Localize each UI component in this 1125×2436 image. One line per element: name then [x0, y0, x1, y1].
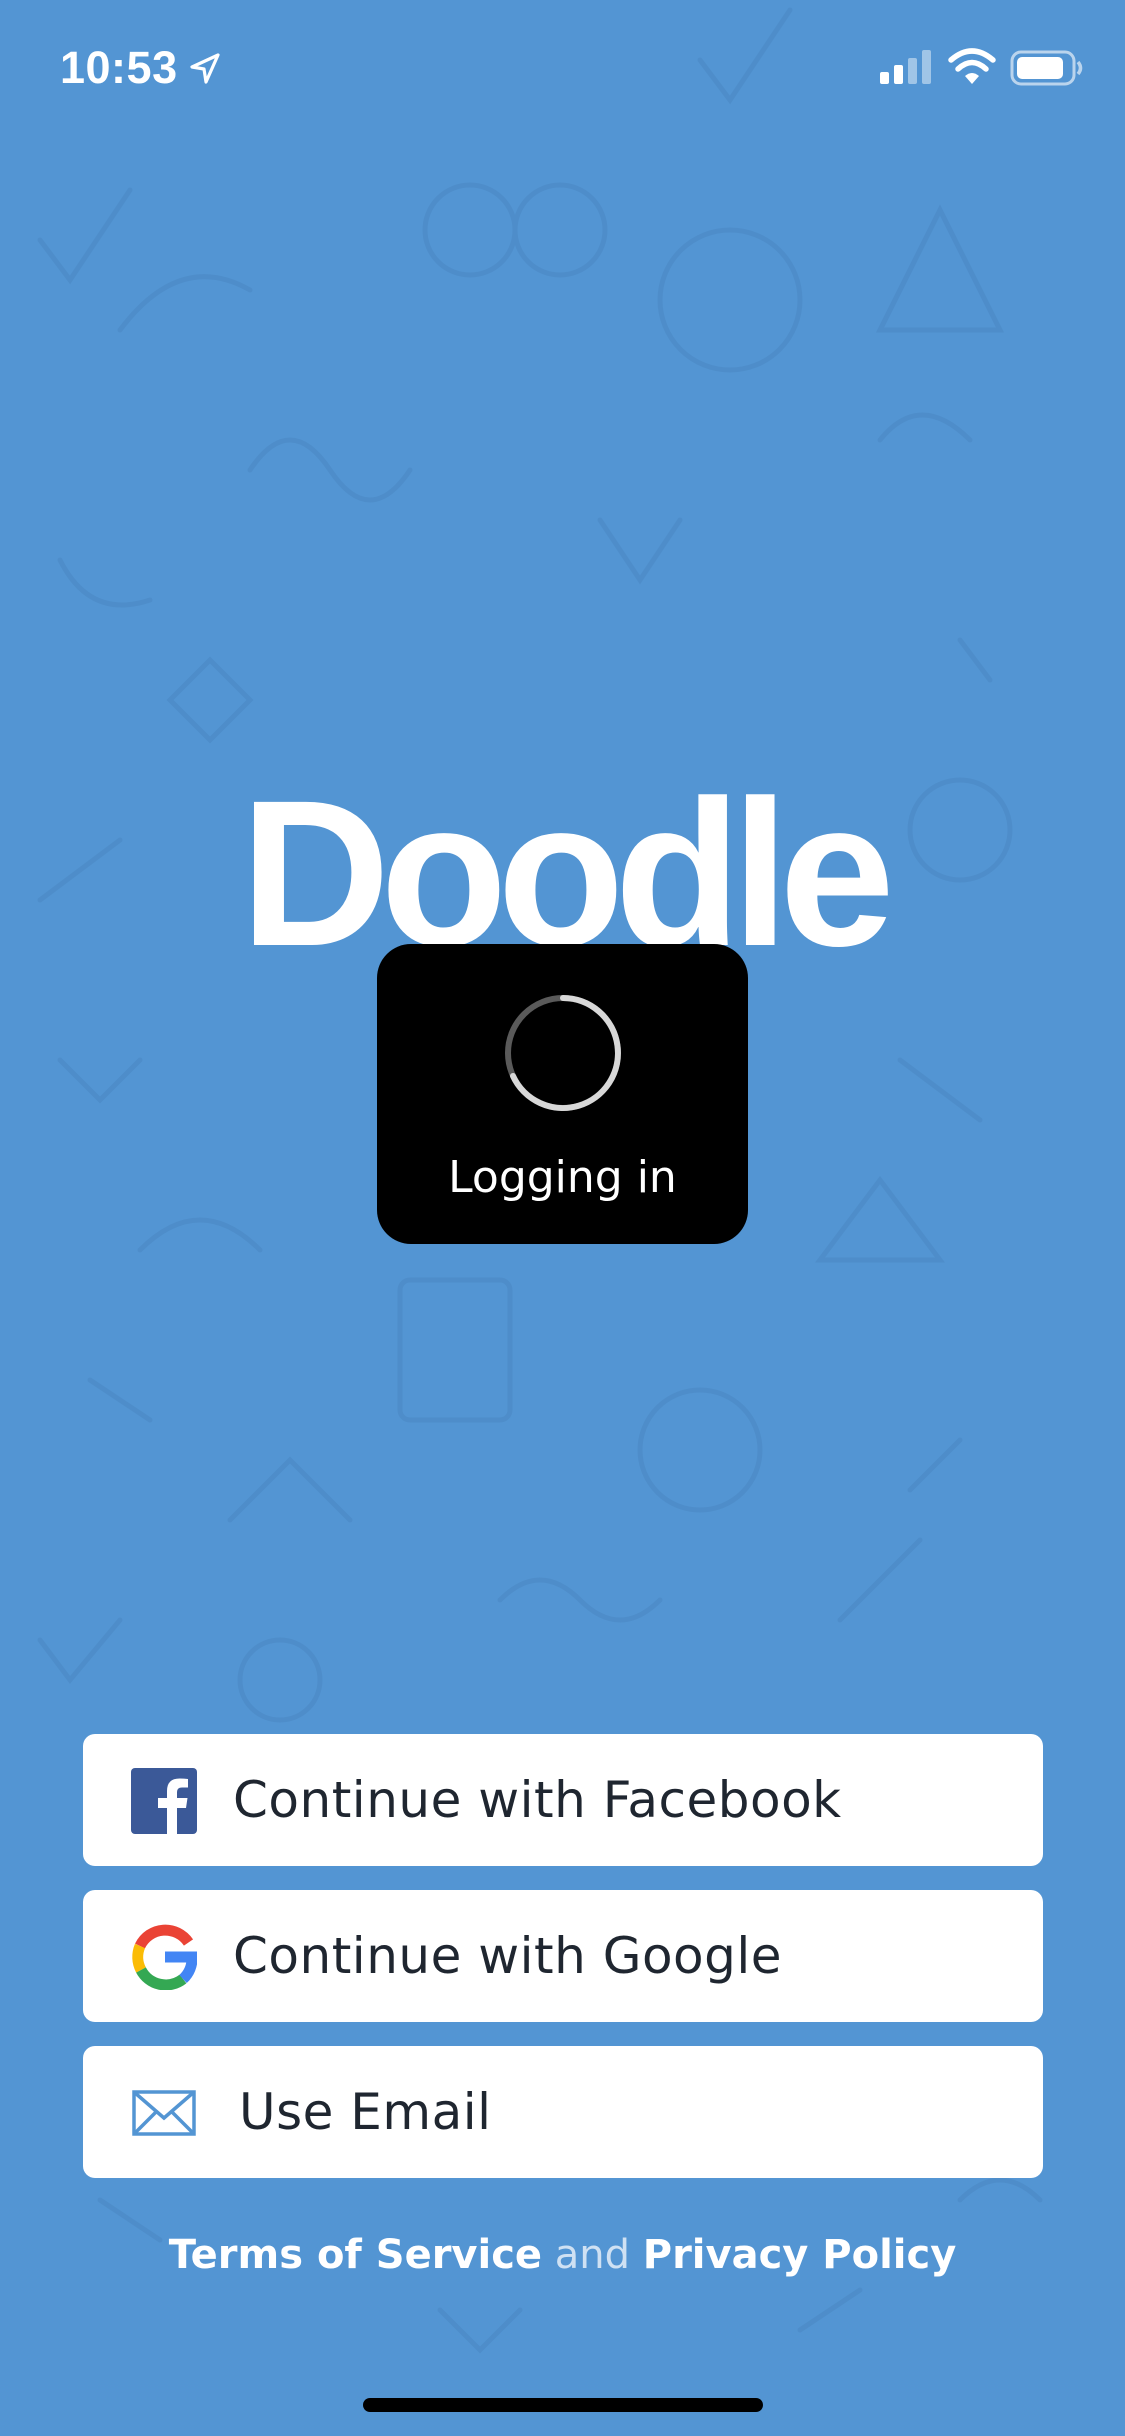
cellular-signal-icon	[880, 50, 931, 84]
privacy-policy-link[interactable]: Privacy Policy	[643, 2232, 957, 2278]
status-bar: 10:53	[0, 0, 1125, 140]
legal-links: Terms of Service and Privacy Policy	[0, 2232, 1125, 2278]
google-icon	[132, 1924, 197, 1990]
terms-of-service-link[interactable]: Terms of Service	[169, 2232, 542, 2278]
home-indicator	[363, 2398, 763, 2412]
status-time: 10:53	[60, 42, 178, 93]
legal-and-text: and	[554, 2232, 631, 2278]
envelope-icon	[132, 2090, 196, 2136]
use-email-button[interactable]: Use Email	[83, 2046, 1043, 2178]
location-arrow-icon	[190, 53, 220, 84]
email-button-label: Use Email	[239, 2083, 492, 2141]
google-button-label: Continue with Google	[233, 1927, 783, 1985]
continue-with-facebook-button[interactable]: Continue with Facebook	[83, 1734, 1043, 1866]
facebook-icon	[131, 1768, 197, 1834]
continue-with-google-button[interactable]: Continue with Google	[83, 1890, 1043, 2022]
facebook-button-label: Continue with Facebook	[233, 1771, 842, 1829]
spinner-icon	[505, 995, 621, 1111]
battery-icon	[1010, 50, 1083, 86]
wifi-icon	[948, 48, 996, 84]
loading-text: Logging in	[448, 1152, 677, 1203]
loading-hud: Logging in	[377, 944, 748, 1244]
